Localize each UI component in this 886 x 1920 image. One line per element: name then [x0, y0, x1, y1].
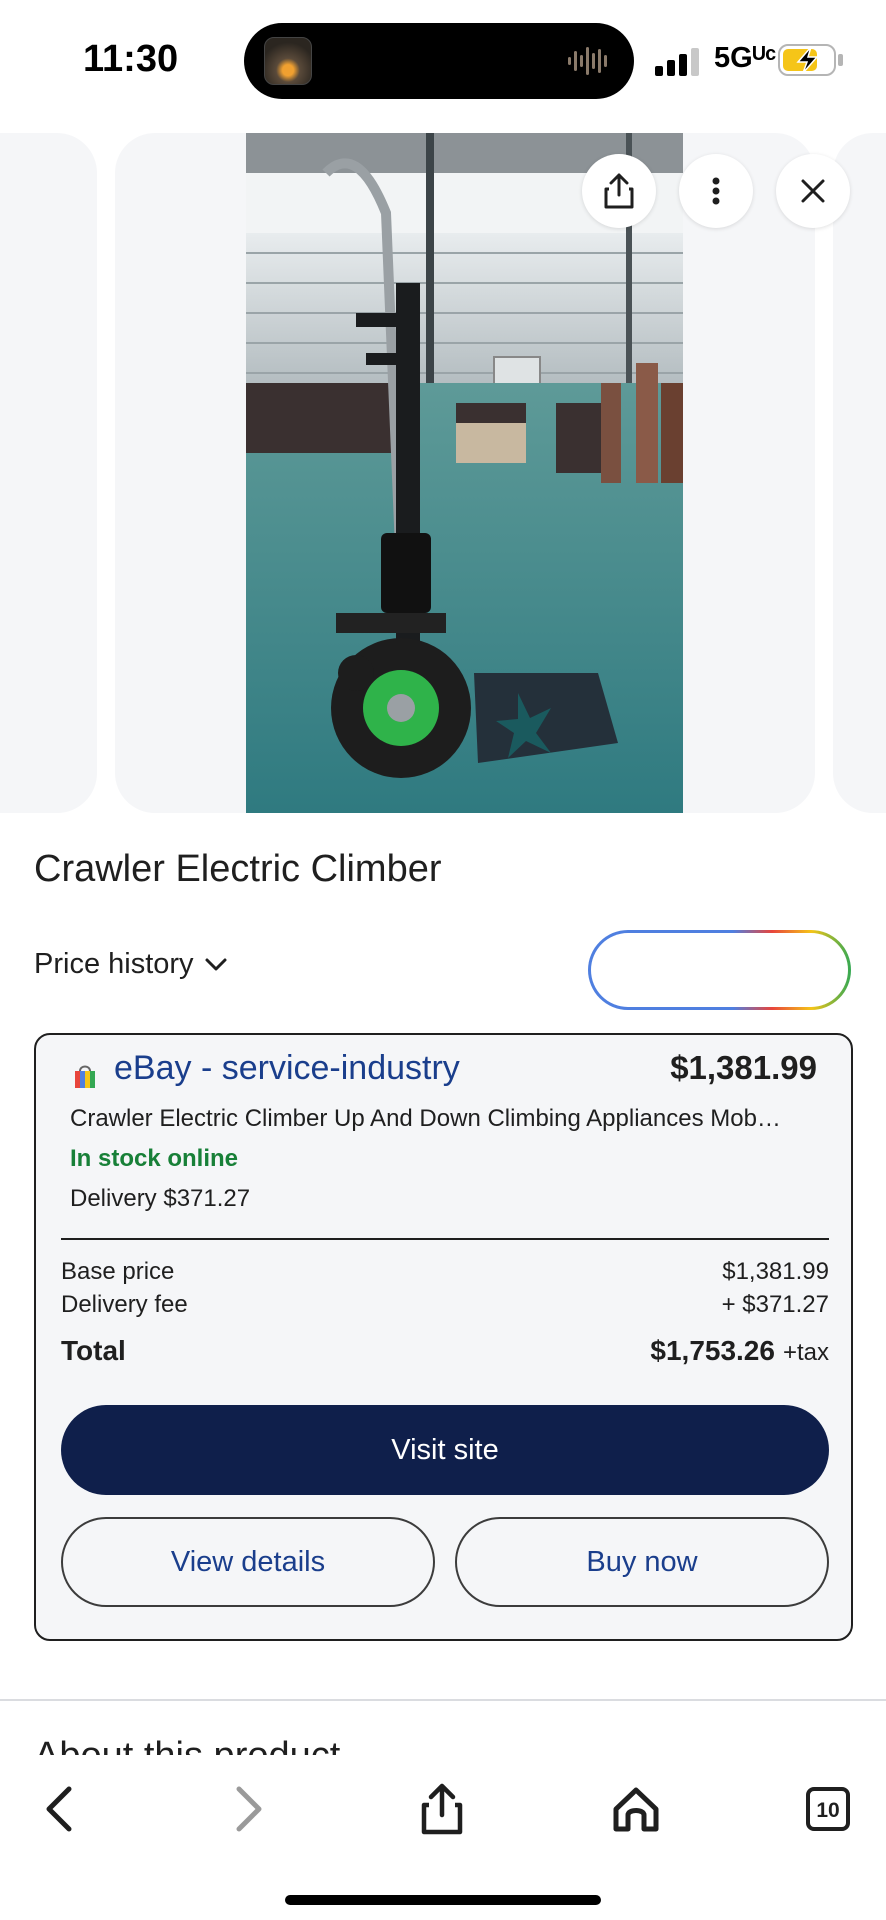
delivery-fee-value: + $371.27 [721, 1291, 829, 1318]
chevron-right-icon [236, 1786, 262, 1832]
toolbar-share-button[interactable] [412, 1779, 472, 1839]
close-icon [801, 179, 825, 203]
now-playing-artwork [264, 37, 312, 85]
more-vert-icon [712, 177, 720, 205]
cellular-signal-icon [655, 48, 699, 76]
offer-price: $1,381.99 [670, 1049, 817, 1086]
home-button[interactable] [606, 1779, 666, 1839]
price-history-label: Price history [34, 948, 194, 980]
tabs-count: 10 [816, 1799, 839, 1822]
share-button[interactable] [582, 154, 656, 228]
tax-note: +tax [782, 1339, 829, 1366]
status-bar: 11:30 5Gᵁᶜ [0, 0, 886, 120]
tabs-button[interactable]: 10 [798, 1779, 858, 1839]
offer-description: Crawler Electric Climber Up And Down Cli… [70, 1105, 781, 1132]
visit-site-button[interactable]: Visit site [61, 1405, 829, 1495]
base-price-row: Base price $1,381.99 [61, 1258, 829, 1286]
product-photo[interactable] [246, 133, 683, 813]
offer-card: eBay - service-industry $1,381.99 Crawle… [34, 1033, 853, 1641]
status-time: 11:30 [83, 38, 179, 80]
forward-button[interactable] [220, 1779, 280, 1839]
close-button[interactable] [776, 154, 850, 228]
chevron-down-icon [205, 958, 227, 970]
chevron-left-icon [46, 1786, 72, 1832]
home-indicator[interactable] [285, 1895, 601, 1905]
delivery-fee-label: Delivery fee [61, 1291, 188, 1318]
base-price-value: $1,381.99 [722, 1258, 829, 1285]
browser-toolbar: 10 [0, 1755, 886, 1920]
share-icon [604, 173, 634, 209]
price-history-toggle[interactable]: Price history [34, 948, 228, 981]
electric-stair-climber-image [246, 133, 683, 813]
store-link[interactable]: eBay - service-industry [114, 1049, 460, 1088]
section-divider [0, 1699, 886, 1701]
ai-gradient-pill[interactable] [588, 930, 851, 1010]
total-value: $1,753.26 [650, 1335, 775, 1366]
base-price-label: Base price [61, 1258, 175, 1285]
shopping-bag-icon [75, 1065, 95, 1088]
share-icon [421, 1783, 463, 1835]
total-label: Total [61, 1335, 126, 1366]
dynamic-island[interactable] [244, 23, 634, 99]
view-details-button[interactable]: View details [61, 1517, 435, 1607]
buy-now-button[interactable]: Buy now [455, 1517, 829, 1607]
product-title: Crawler Electric Climber [34, 848, 442, 890]
tabs-icon: 10 [806, 1787, 850, 1831]
total-row: Total $1,753.26 +tax [61, 1335, 829, 1367]
more-options-button[interactable] [679, 154, 753, 228]
back-button[interactable] [28, 1779, 88, 1839]
home-icon [613, 1787, 659, 1832]
carousel-card-next[interactable] [833, 133, 886, 813]
carousel-card-previous[interactable] [0, 133, 97, 813]
network-type: 5Gᵁᶜ [714, 42, 777, 74]
total-amount: $1,753.26 +tax [650, 1335, 829, 1367]
stock-status: In stock online [70, 1145, 239, 1172]
audio-waveform-icon [568, 47, 607, 75]
delivery-fee-row: Delivery fee + $371.27 [61, 1291, 829, 1319]
delivery-cost: Delivery $371.27 [70, 1185, 251, 1212]
divider [61, 1238, 829, 1240]
image-carousel[interactable] [0, 133, 886, 813]
battery-charging-icon [778, 44, 843, 76]
